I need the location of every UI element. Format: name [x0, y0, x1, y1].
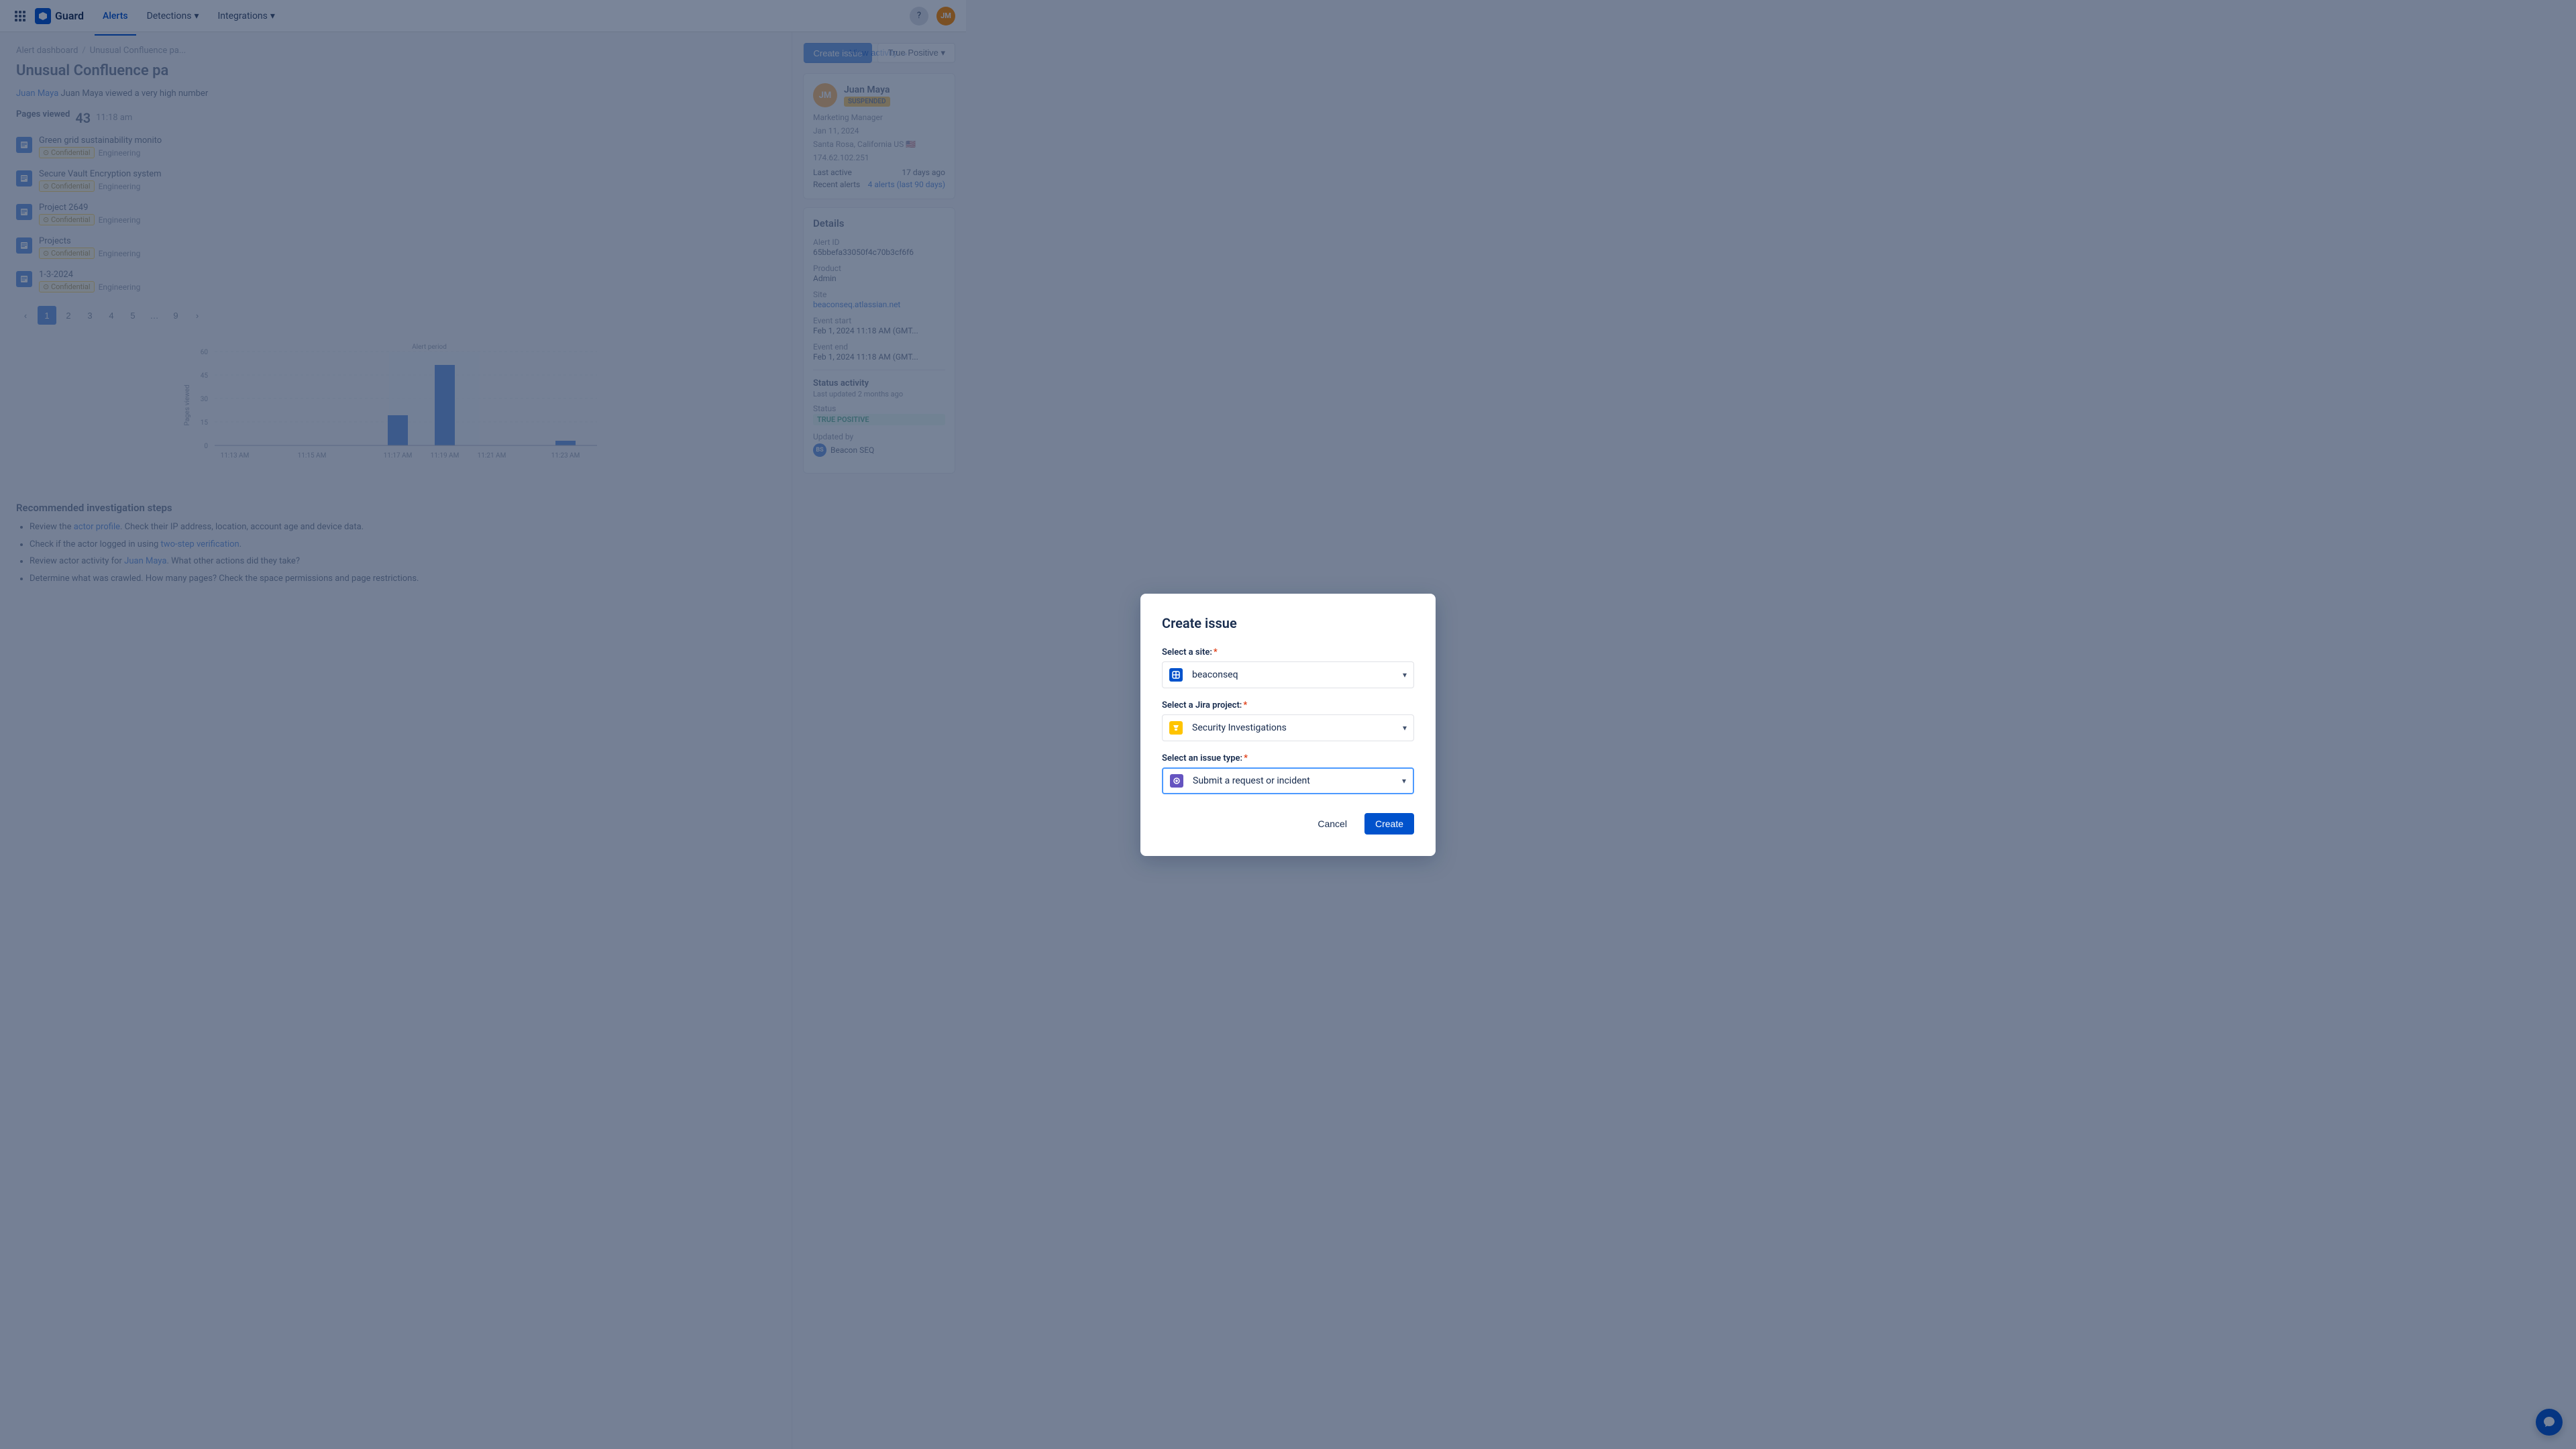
- create-button[interactable]: Create: [1364, 813, 1414, 835]
- issue-type-select[interactable]: Submit a request or incident ▾: [1162, 767, 1414, 794]
- issue-type-form-group: Select an issue type:* Submit a request …: [1162, 753, 1414, 794]
- site-form-group: Select a site:* beaconseq ▾: [1162, 647, 1414, 688]
- site-selected-value: beaconseq: [1192, 669, 1238, 680]
- project-selected-value: Security Investigations: [1192, 722, 1287, 733]
- issue-type-label: Select an issue type:*: [1162, 753, 1414, 763]
- issue-type-chevron-icon: ▾: [1402, 776, 1406, 786]
- site-label: Select a site:*: [1162, 647, 1414, 657]
- site-select-wrapper: beaconseq ▾: [1162, 661, 1414, 688]
- project-chevron-icon: ▾: [1403, 723, 1407, 733]
- project-select-wrapper: Security Investigations ▾: [1162, 714, 1414, 741]
- issue-type-selected-value: Submit a request or incident: [1193, 775, 1310, 786]
- project-label: Select a Jira project:*: [1162, 700, 1414, 710]
- cancel-button[interactable]: Cancel: [1307, 813, 1358, 835]
- site-select[interactable]: beaconseq ▾: [1162, 661, 1414, 688]
- project-form-group: Select a Jira project:* Security Investi…: [1162, 700, 1414, 741]
- project-select[interactable]: Security Investigations ▾: [1162, 714, 1414, 741]
- site-chevron-icon: ▾: [1403, 670, 1407, 680]
- issue-type-select-wrapper: Submit a request or incident ▾: [1162, 767, 1414, 794]
- site-icon: [1169, 668, 1183, 682]
- project-icon: [1169, 721, 1183, 735]
- modal-title: Create issue: [1162, 615, 1414, 631]
- issue-type-icon: [1170, 774, 1183, 788]
- modal-overlay: Create issue Select a site:* beaconseq: [0, 0, 2576, 1449]
- modal-footer: Cancel Create: [1162, 813, 1414, 835]
- create-issue-modal: Create issue Select a site:* beaconseq: [1140, 594, 1436, 856]
